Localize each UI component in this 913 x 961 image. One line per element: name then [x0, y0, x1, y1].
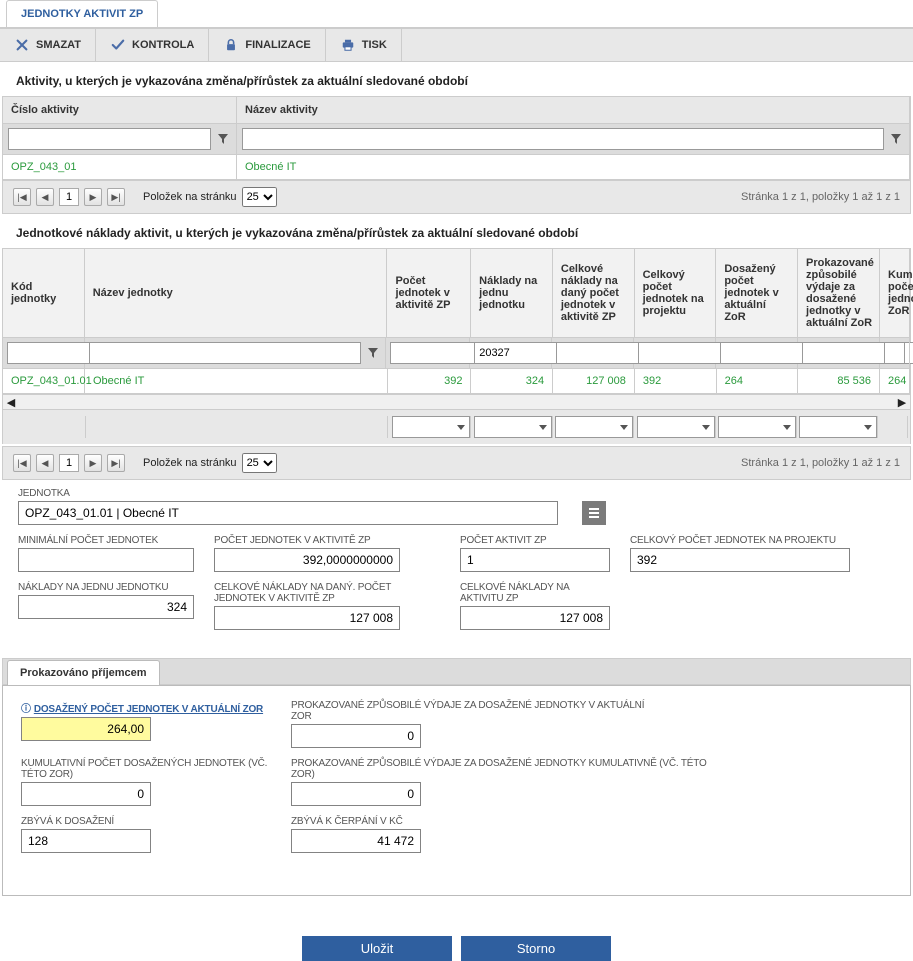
pager-2: |◀ ◀ ▶ ▶| Položek na stránku 25 Stránka … [2, 446, 911, 480]
col-kum[interactable]: Kum poče jedno ZoR [880, 249, 910, 337]
prok-akt-label: PROKAZOVANÉ ZPŮSOBILÉ VÝDAJE ZA DOSAŽENÉ… [291, 700, 651, 722]
col-dosazeny[interactable]: Dosažený počet jednotek v aktuální ZoR [716, 249, 798, 337]
pager-size[interactable]: 25 [242, 453, 277, 473]
pager-size-label: Položek na stránku [143, 191, 237, 203]
filter-icon[interactable] [215, 131, 231, 147]
pager-last[interactable]: ▶| [107, 188, 125, 206]
col-celkovy-pocet[interactable]: Celkový počet jednotek na projektu [635, 249, 717, 337]
agg-dd[interactable] [555, 416, 633, 438]
pager-last[interactable]: ▶| [107, 454, 125, 472]
tisk-button[interactable]: TISK [326, 29, 402, 61]
col-cislo-aktivity[interactable]: Číslo aktivity [3, 97, 237, 123]
celk-dany-label: CELKOVÉ NÁKLADY NA DANÝ. POČET JEDNOTEK … [214, 582, 400, 604]
pager-page[interactable] [59, 188, 79, 206]
zbyva-kc-label: ZBÝVÁ K ČERPÁNÍ V KČ [291, 816, 541, 827]
min-field[interactable] [18, 548, 194, 572]
check-icon [110, 37, 126, 53]
celk-proj-field[interactable] [630, 548, 850, 572]
scroll-right-icon[interactable]: ▶ [894, 395, 910, 409]
celk-dany-field[interactable] [214, 606, 400, 630]
zbyva-label: ZBÝVÁ K DOSAŽENÍ [21, 816, 271, 827]
toolbar: SMAZAT KONTROLA FINALIZACE TISK [0, 28, 913, 62]
section1-title: Aktivity, u kterých je vykazována změna/… [0, 62, 913, 96]
jednotka-field[interactable] [18, 501, 558, 525]
min-label: MINIMÁLNÍ POČET JEDNOTEK [18, 535, 194, 546]
pager-first[interactable]: |◀ [13, 188, 31, 206]
pager-size[interactable]: 25 [242, 187, 277, 207]
tab-jednotky[interactable]: JEDNOTKY AKTIVIT ZP [6, 0, 158, 27]
agg-dd[interactable] [718, 416, 796, 438]
celk-proj-label: CELKOVÝ POČET JEDNOTEK NA PROJEKTU [630, 535, 850, 546]
horizontal-scrollbar[interactable]: ◀ ▶ [2, 394, 911, 410]
scroll-left-icon[interactable]: ◀ [3, 395, 19, 409]
table-row[interactable]: OPZ_043_01.01 Obecné IT 392 324 127 008 … [3, 369, 910, 394]
pager-size-label: Položek na stránku [143, 457, 237, 469]
agg-dd[interactable] [392, 416, 470, 438]
pager-prev[interactable]: ◀ [36, 188, 54, 206]
smazat-button[interactable]: SMAZAT [0, 29, 96, 61]
filter-icon[interactable] [365, 345, 381, 361]
col-nazev-jednotky[interactable]: Název jednotky [85, 249, 388, 337]
kumul-field[interactable] [21, 782, 151, 806]
col-pocet-aktivita[interactable]: Počet jednotek v aktivitě ZP [387, 249, 471, 337]
filter-nazev[interactable] [242, 128, 884, 150]
kumul-label: KUMULATIVNÍ POČET DOSAŽENÝCH JEDNOTEK (V… [21, 758, 271, 780]
list-button[interactable] [582, 501, 606, 525]
lock-icon [223, 37, 239, 53]
filter-icon[interactable] [888, 131, 904, 147]
zbyva-field[interactable] [21, 829, 151, 853]
agg-dd[interactable] [799, 416, 877, 438]
storno-button[interactable]: Storno [461, 936, 611, 961]
pager-prev[interactable]: ◀ [36, 454, 54, 472]
pager-info: Stránka 1 z 1, položky 1 až 1 z 1 [741, 191, 900, 203]
celk-akt-label: CELKOVÉ NÁKLADY NA AKTIVITU ZP [460, 582, 610, 604]
col-kod-jednotky[interactable]: Kód jednotky [3, 249, 85, 337]
jednotka-label: JEDNOTKA [18, 488, 558, 499]
dosazeny-field[interactable] [21, 717, 151, 741]
col-celkove-naklady[interactable]: Celkové náklady na daný počet jednotek v… [553, 249, 635, 337]
col-naklady-jednotku[interactable]: Náklady na jednu jednotku [471, 249, 553, 337]
kontrola-button[interactable]: KONTROLA [96, 29, 209, 61]
section2-title: Jednotkové náklady aktivit, u kterých je… [0, 214, 913, 248]
pager-next[interactable]: ▶ [84, 454, 102, 472]
naklady-j-field[interactable] [18, 595, 194, 619]
delete-icon [14, 37, 30, 53]
prok-kum-field[interactable] [291, 782, 421, 806]
filter-cislo[interactable] [8, 128, 211, 150]
ulozit-button[interactable]: Uložit [302, 936, 452, 961]
f-kum[interactable] [884, 342, 905, 364]
grid-activities: Číslo aktivity Název aktivity OPZ_043_01… [2, 96, 911, 180]
prok-kum-label: PROKAZOVANÉ ZPŮSOBILÉ VÝDAJE ZA DOSAŽENÉ… [291, 758, 711, 780]
pocet-zp-label: POČET AKTIVIT ZP [460, 535, 610, 546]
pager-info: Stránka 1 z 1, položky 1 až 1 z 1 [741, 457, 900, 469]
table-row[interactable]: OPZ_043_01 Obecné IT [3, 155, 910, 179]
dosazeny-label[interactable]: DOSAŽENÝ POČET JEDNOTEK V AKTUÁLNÍ ZOR [21, 700, 271, 715]
f-nazev[interactable] [89, 342, 361, 364]
aggregate-row [2, 410, 911, 444]
pager-next[interactable]: ▶ [84, 188, 102, 206]
print-icon [340, 37, 356, 53]
pager-first[interactable]: |◀ [13, 454, 31, 472]
zbyva-kc-field[interactable] [291, 829, 421, 853]
naklady-j-label: NÁKLADY NA JEDNU JEDNOTKU [18, 582, 194, 593]
tab-prokazovano[interactable]: Prokazováno příjemcem [7, 660, 160, 685]
pocet-akt-label: POČET JEDNOTEK V AKTIVITĚ ZP [214, 535, 400, 546]
pager-page[interactable] [59, 454, 79, 472]
prok-akt-field[interactable] [291, 724, 421, 748]
pocet-akt-field[interactable] [214, 548, 400, 572]
grid-unit-costs: Kód jednotky Název jednotky Počet jednot… [2, 248, 911, 394]
finalizace-button[interactable]: FINALIZACE [209, 29, 325, 61]
pocet-zp-field[interactable] [460, 548, 610, 572]
pager-1: |◀ ◀ ▶ ▶| Položek na stránku 25 Stránka … [2, 180, 911, 214]
celk-akt-field[interactable] [460, 606, 610, 630]
agg-dd[interactable] [474, 416, 552, 438]
agg-dd[interactable] [637, 416, 715, 438]
col-nazev-aktivity[interactable]: Název aktivity [237, 97, 910, 123]
col-prokazovane[interactable]: Prokazované způsobilé výdaje za dosažené… [798, 249, 880, 337]
